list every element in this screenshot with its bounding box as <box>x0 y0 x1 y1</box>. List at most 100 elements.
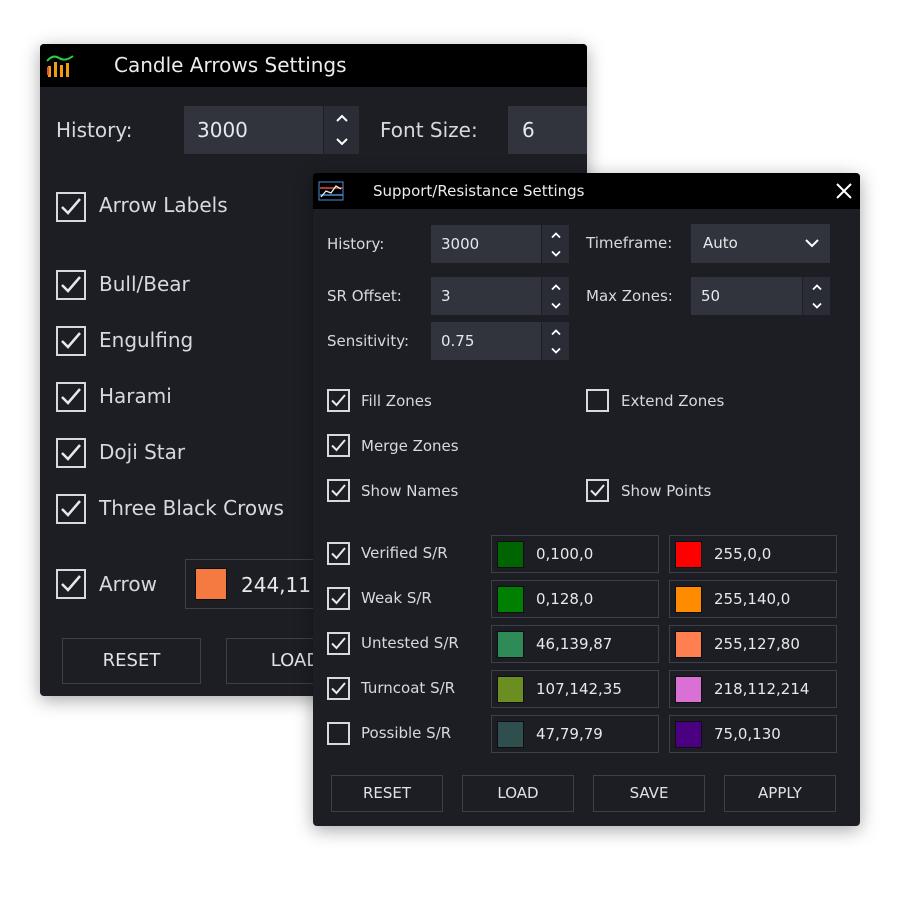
checkmark-icon <box>331 547 346 560</box>
color-value: 0,128,0 <box>536 590 594 608</box>
increment-button[interactable] <box>542 225 569 244</box>
support-color-picker[interactable]: 0,100,0 <box>491 535 659 573</box>
checkmark-icon <box>61 198 81 215</box>
checkbox[interactable] <box>56 382 86 412</box>
checkbox[interactable] <box>327 479 350 502</box>
color-value: 218,112,214 <box>714 680 810 698</box>
history-value: 3000 <box>441 235 480 253</box>
resistance-color-picker[interactable]: 218,112,214 <box>669 670 837 708</box>
max-zones-input[interactable]: 50 <box>691 277 830 315</box>
increment-button[interactable] <box>542 322 569 341</box>
color-value: 255,0,0 <box>714 545 772 563</box>
checkbox-label: Doji Star <box>99 440 186 464</box>
support-color-picker[interactable]: 107,142,35 <box>491 670 659 708</box>
max-zones-stepper[interactable] <box>802 277 830 315</box>
load-button[interactable]: LOAD <box>462 775 574 812</box>
resistance-color-picker[interactable]: 75,0,130 <box>669 715 837 753</box>
checkbox-label: Show Names <box>361 482 459 500</box>
checkmark-icon <box>331 439 346 452</box>
reset-button[interactable]: RESET <box>62 638 201 684</box>
checkbox[interactable] <box>586 389 609 412</box>
checkmark-icon <box>331 637 346 650</box>
checkbox[interactable] <box>56 494 86 524</box>
candle-window-title: Candle Arrows Settings <box>114 53 347 77</box>
chevron-down-icon <box>550 347 561 354</box>
support-color-picker[interactable]: 0,128,0 <box>491 580 659 618</box>
checkmark-icon <box>61 388 81 405</box>
checkmark-icon <box>331 682 346 695</box>
increment-button[interactable] <box>324 106 359 130</box>
checkbox-label: Arrow Labels <box>99 193 228 217</box>
checkbox[interactable] <box>327 722 350 745</box>
timeframe-select[interactable]: Auto <box>691 224 830 263</box>
font-size-label: Font Size: <box>380 118 478 142</box>
checkbox[interactable] <box>327 632 350 655</box>
chevron-up-icon <box>550 283 561 290</box>
history-stepper[interactable] <box>323 106 359 154</box>
candle-titlebar[interactable]: Candle Arrows Settings <box>40 44 587 87</box>
checkmark-icon <box>61 500 81 517</box>
color-value: 255,140,0 <box>714 590 791 608</box>
color-value: 107,142,35 <box>536 680 622 698</box>
checkbox[interactable] <box>56 569 86 599</box>
sr-offset-stepper[interactable] <box>541 277 569 315</box>
timeframe-label: Timeframe: <box>586 234 673 252</box>
resistance-color-picker[interactable]: 255,140,0 <box>669 580 837 618</box>
decrement-button[interactable] <box>542 244 569 263</box>
color-swatch <box>675 721 702 748</box>
increment-button[interactable] <box>803 277 830 296</box>
chevron-down-icon <box>550 302 561 309</box>
resistance-color-picker[interactable]: 255,127,80 <box>669 625 837 663</box>
color-value: 255,127,80 <box>714 635 800 653</box>
checkbox[interactable] <box>327 587 350 610</box>
font-size-value: 6 <box>522 118 535 142</box>
checkbox-label: Merge Zones <box>361 437 459 455</box>
decrement-button[interactable] <box>803 296 830 315</box>
checkmark-icon <box>331 394 346 407</box>
checkbox[interactable] <box>327 434 350 457</box>
support-color-picker[interactable]: 47,79,79 <box>491 715 659 753</box>
color-swatch <box>497 586 524 613</box>
sensitivity-label: Sensitivity: <box>327 332 410 350</box>
checkbox[interactable] <box>327 677 350 700</box>
sr-offset-value: 3 <box>441 287 451 305</box>
sensitivity-value: 0.75 <box>441 332 475 350</box>
save-button[interactable]: SAVE <box>593 775 705 812</box>
sensitivity-input[interactable]: 0.75 <box>431 322 569 360</box>
sr-window-title: Support/Resistance Settings <box>373 182 585 200</box>
increment-button[interactable] <box>542 277 569 296</box>
font-size-input[interactable]: 6 <box>508 106 587 154</box>
timeframe-value: Auto <box>703 234 738 252</box>
checkbox[interactable] <box>327 542 350 565</box>
checkbox[interactable] <box>56 192 86 222</box>
sr-titlebar[interactable]: Support/Resistance Settings <box>313 173 860 209</box>
checkbox-label: Three Black Crows <box>99 496 284 520</box>
sensitivity-stepper[interactable] <box>541 322 569 360</box>
checkbox-label: Harami <box>99 384 172 408</box>
checkbox[interactable] <box>586 479 609 502</box>
apply-button[interactable]: APPLY <box>724 775 836 812</box>
chevron-up-icon <box>550 231 561 238</box>
checkbox[interactable] <box>56 270 86 300</box>
decrement-button[interactable] <box>324 130 359 154</box>
checkbox[interactable] <box>327 389 350 412</box>
decrement-button[interactable] <box>542 341 569 360</box>
support-color-picker[interactable]: 46,139,87 <box>491 625 659 663</box>
sr-offset-label: SR Offset: <box>327 287 402 305</box>
history-input[interactable]: 3000 <box>184 106 359 154</box>
chevron-down-icon <box>811 302 822 309</box>
reset-button[interactable]: RESET <box>331 775 443 812</box>
checkmark-icon <box>61 444 81 461</box>
sr-offset-input[interactable]: 3 <box>431 277 569 315</box>
history-input[interactable]: 3000 <box>431 225 569 263</box>
resistance-color-picker[interactable]: 255,0,0 <box>669 535 837 573</box>
checkbox[interactable] <box>56 326 86 356</box>
history-stepper[interactable] <box>541 225 569 263</box>
close-icon[interactable] <box>835 182 853 200</box>
color-value: 75,0,130 <box>714 725 781 743</box>
checkbox[interactable] <box>56 438 86 468</box>
zone-label: Turncoat S/R <box>361 679 456 697</box>
decrement-button[interactable] <box>542 296 569 315</box>
checkmark-icon <box>331 592 346 605</box>
checkmark-icon <box>331 484 346 497</box>
